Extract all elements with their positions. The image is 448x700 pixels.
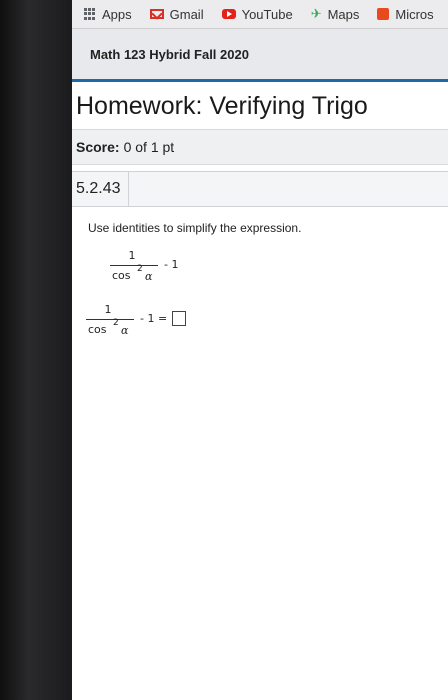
question-instruction: Use identities to simplify the expressio… (88, 221, 302, 235)
score-label: Score: (76, 139, 120, 155)
answer-expression: 1 cos 2 α - 1 = (86, 303, 448, 343)
bookmark-label: Apps (102, 6, 132, 22)
question-body: Use identities to simplify the expressio… (72, 221, 448, 343)
bookmark-youtube[interactable]: YouTube (221, 6, 293, 22)
answer-tail: - 1 = (140, 312, 168, 325)
bookmark-label: Gmail (169, 6, 204, 22)
fraction-bar (86, 319, 134, 320)
maps-icon: ✈ (310, 6, 322, 21)
page-content: Math 123 Hybrid Fall 2020 Homework: Veri… (72, 29, 448, 700)
question-number-row: 5.2.43 (72, 171, 448, 207)
expr-numerator: 1 (128, 249, 136, 262)
score-value: 0 of 1 pt (123, 139, 175, 155)
expr-variable: α (145, 270, 153, 283)
course-title[interactable]: Math 123 Hybrid Fall 2020 (72, 29, 448, 82)
youtube-icon (221, 9, 236, 19)
bookmark-microsoft[interactable]: Micros (377, 6, 434, 22)
answer-input[interactable] (172, 311, 186, 326)
microsoft-icon (377, 8, 390, 20)
bookmark-label: Micros (395, 6, 434, 22)
bookmark-apps[interactable]: Apps (84, 7, 132, 22)
bookmark-gmail[interactable]: Gmail (149, 6, 204, 22)
apps-grid-icon (84, 8, 96, 20)
score-row: Score: 0 of 1 pt (72, 129, 448, 165)
question-number: 5.2.43 (72, 172, 130, 206)
expr-denominator: cos (112, 269, 131, 282)
homework-title: Homework: Verifying Trigo (76, 92, 368, 120)
screen-bezel (0, 0, 72, 700)
fraction-bar (110, 265, 158, 266)
bookmark-label: Maps (327, 6, 360, 22)
expr-exponent: 2 (113, 318, 119, 328)
expr-variable: α (121, 324, 129, 337)
expr-tail: - 1 (164, 258, 179, 271)
expr-numerator: 1 (104, 303, 112, 316)
bookmark-maps[interactable]: ✈ Maps (311, 6, 360, 22)
expr-denominator: cos (88, 323, 107, 336)
expr-exponent: 2 (137, 264, 143, 274)
bookmark-label: YouTube (241, 6, 293, 22)
gmail-icon (149, 9, 164, 19)
bookmarks-bar: Apps Gmail YouTube ✈ Maps Micros (72, 0, 448, 29)
expression: 1 cos 2 α - 1 (88, 249, 448, 289)
